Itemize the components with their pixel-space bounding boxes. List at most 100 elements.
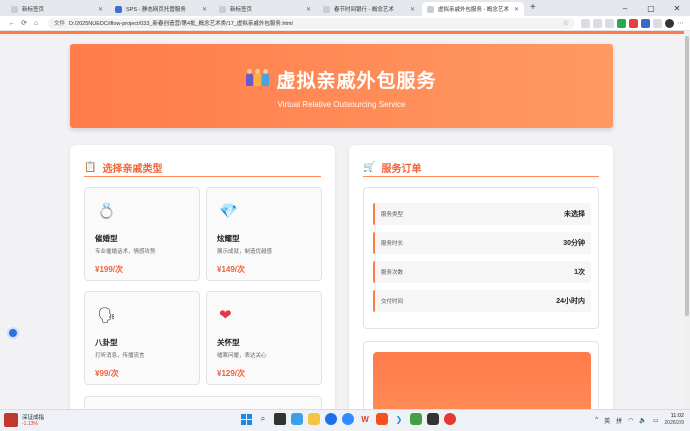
clock-time: 11:02 xyxy=(670,413,684,419)
relative-option-card[interactable]: ❤ 关怀型 嘘寒问暖，表达关心 ¥129/次 xyxy=(206,291,322,385)
ime-lang[interactable]: 英 xyxy=(604,416,610,425)
edge-browser-icon[interactable] xyxy=(325,413,337,425)
extension-icon[interactable] xyxy=(581,18,590,28)
app-icon[interactable] xyxy=(444,413,456,425)
app-icon[interactable] xyxy=(376,413,388,425)
tab-title: 春节时间银行 - 概念艺术 xyxy=(334,7,394,13)
widgets-icon[interactable] xyxy=(291,413,303,425)
ring-icon: 💍 xyxy=(97,203,116,220)
order-row: 服务类型 未选择 xyxy=(373,203,591,225)
new-tab-button[interactable]: + xyxy=(530,2,536,16)
browser-tab[interactable]: SPS - 静态网页托管服务 ✕ xyxy=(110,2,212,16)
floating-assistant-button[interactable] xyxy=(7,327,19,339)
promo-banner xyxy=(373,352,591,409)
hero-title-text: 虚拟亲戚外包服务 xyxy=(276,71,437,92)
order-row-label: 服务时长 xyxy=(381,241,404,247)
option-name: 炫耀型 xyxy=(217,234,240,243)
order-row-value: 30分钟 xyxy=(563,240,585,247)
browser-tab-bar: 新标签页 ✕ SPS - 静态网页托管服务 ✕ 新标签页 ✕ 春节时间银行 - 概念艺… xyxy=(0,0,690,16)
extension-toolbar: ⋯ xyxy=(581,18,684,28)
tab-close-icon[interactable]: ✕ xyxy=(202,6,207,13)
card-header: 🛒 服务订单 xyxy=(363,158,599,176)
relative-option-card-partial[interactable] xyxy=(84,396,322,409)
option-name: 八卦型 xyxy=(95,338,118,347)
page-viewport: 虚拟亲戚外包服务 Virtual Relative Outsourcing Se… xyxy=(0,31,684,409)
page-favicon-icon xyxy=(219,5,226,13)
window-controls: – ▢ ✕ xyxy=(612,0,690,16)
wps-icon[interactable]: W xyxy=(359,413,371,425)
option-price: ¥199/次 xyxy=(95,265,124,274)
windows-start-icon[interactable] xyxy=(240,413,252,425)
reload-icon[interactable]: ⟳ xyxy=(18,19,30,27)
extension-icon[interactable] xyxy=(629,18,638,28)
task-view-icon[interactable] xyxy=(274,413,286,425)
gossip-icon: 🗣 xyxy=(97,307,117,324)
option-desc: 专业催婚话术，情感攻势 xyxy=(95,249,156,255)
chevron-up-icon[interactable]: ^ xyxy=(595,417,598,423)
vscode-icon[interactable]: ❯ xyxy=(393,413,405,425)
service-order-card: 🛒 服务订单 服务类型 未选择 服务时长 30分钟 服务次数 1次 交付时间 2… xyxy=(349,145,613,409)
minimize-icon[interactable]: – xyxy=(612,4,638,13)
tab-close-icon[interactable]: ✕ xyxy=(410,6,415,13)
address-toolbar: ← ⟳ ⌂ 文件 D:/2025NUEDC/iflow-project/033_… xyxy=(0,16,690,31)
tab-close-icon[interactable]: ✕ xyxy=(306,6,311,13)
browser-tab[interactable]: 新标签页 ✕ xyxy=(6,2,108,16)
order-row-value: 24小时内 xyxy=(556,298,585,305)
windows-taskbar: 深证成指 -1.13% ⌕ W ❯ ^ 英 拼 ◠ 🔈 ▭ 11:02 2026… xyxy=(0,409,690,431)
stock-widget[interactable]: 深证成指 -1.13% xyxy=(4,413,44,427)
extension-icon[interactable] xyxy=(605,18,614,28)
extension-icon[interactable] xyxy=(593,18,602,28)
heart-icon: ❤ xyxy=(219,307,232,324)
clock[interactable]: 11:02 2026/2/9 xyxy=(665,413,684,427)
ime-mode[interactable]: 拼 xyxy=(616,416,622,425)
browser-tab[interactable]: 新标签页 ✕ xyxy=(214,2,316,16)
tab-title: 新标签页 xyxy=(230,7,253,13)
hero-banner: 虚拟亲戚外包服务 Virtual Relative Outsourcing Se… xyxy=(70,44,613,128)
file-explorer-icon[interactable] xyxy=(308,413,320,425)
globe-icon xyxy=(427,5,434,13)
close-window-icon[interactable]: ✕ xyxy=(664,4,690,13)
battery-icon[interactable]: ▭ xyxy=(653,417,659,424)
cart-icon: 🛒 xyxy=(363,161,376,173)
wifi-icon[interactable]: ◠ xyxy=(628,417,633,424)
order-row-value: 未选择 xyxy=(564,211,585,218)
option-price: ¥129/次 xyxy=(217,369,246,378)
search-icon[interactable]: ⌕ xyxy=(257,413,269,425)
address-bar[interactable]: 文件 D:/2025NUEDC/iflow-project/033_新春创造营/… xyxy=(48,17,575,29)
relative-option-card[interactable]: 💎 炫耀型 展示成就，制造优越感 ¥149/次 xyxy=(206,187,322,281)
profile-avatar[interactable] xyxy=(665,18,674,28)
back-arrow-icon[interactable]: ← xyxy=(6,20,18,27)
wechat-icon[interactable] xyxy=(410,413,422,425)
option-desc: 嘘寒问暖，表达关心 xyxy=(217,353,267,359)
home-icon[interactable]: ⌂ xyxy=(30,20,42,27)
bookmark-star-icon[interactable]: ☆ xyxy=(563,19,569,27)
relative-option-card[interactable]: 💍 催婚型 专业催婚话术，情感攻势 ¥199/次 xyxy=(84,187,200,281)
relative-type-card: 📋 选择亲戚类型 💍 催婚型 专业催婚话术，情感攻势 ¥199/次 💎 炫耀型 … xyxy=(70,145,335,409)
extension-icon[interactable] xyxy=(617,18,626,28)
browser-tab[interactable]: 春节时间银行 - 概念艺术 ✕ xyxy=(318,2,420,16)
scrollbar-thumb[interactable] xyxy=(685,36,689,316)
order-row: 服务时长 30分钟 xyxy=(373,232,591,254)
stock-change: -1.13% xyxy=(22,421,38,427)
shield-icon[interactable] xyxy=(641,18,650,28)
system-tray: ^ 英 拼 ◠ 🔈 ▭ 11:02 2026/2/9 xyxy=(595,413,684,427)
relative-option-card[interactable]: 🗣 八卦型 打听消息，传播流言 ¥99/次 xyxy=(84,291,200,385)
url-text: D:/2025NUEDC/iflow-project/033_新春创造营/第4批… xyxy=(69,21,293,27)
tab-close-icon[interactable]: ✕ xyxy=(98,6,103,13)
tab-close-icon[interactable]: ✕ xyxy=(514,6,519,13)
order-row: 交付时间 24小时内 xyxy=(373,290,591,312)
option-desc: 展示成就，制造优越感 xyxy=(217,249,273,255)
option-name: 关怀型 xyxy=(217,338,240,347)
maximize-icon[interactable]: ▢ xyxy=(638,4,664,13)
order-summary: 服务类型 未选择 服务时长 30分钟 服务次数 1次 交付时间 24小时内 xyxy=(363,187,599,329)
stock-name: 深证成指 xyxy=(22,415,45,421)
browser-tab-active[interactable]: 虚拟亲戚外包服务 - 概念艺术 ✕ xyxy=(422,2,524,16)
card-title: 选择亲戚类型 xyxy=(102,163,163,175)
chrome-browser-icon[interactable] xyxy=(342,413,354,425)
volume-icon[interactable]: 🔈 xyxy=(639,417,646,424)
order-row-label: 服务类型 xyxy=(381,212,404,218)
extensions-puzzle-icon[interactable] xyxy=(653,18,662,28)
terminal-icon[interactable] xyxy=(427,413,439,425)
more-menu-icon[interactable]: ⋯ xyxy=(677,19,684,27)
hero-title: 虚拟亲戚外包服务 xyxy=(70,66,613,93)
